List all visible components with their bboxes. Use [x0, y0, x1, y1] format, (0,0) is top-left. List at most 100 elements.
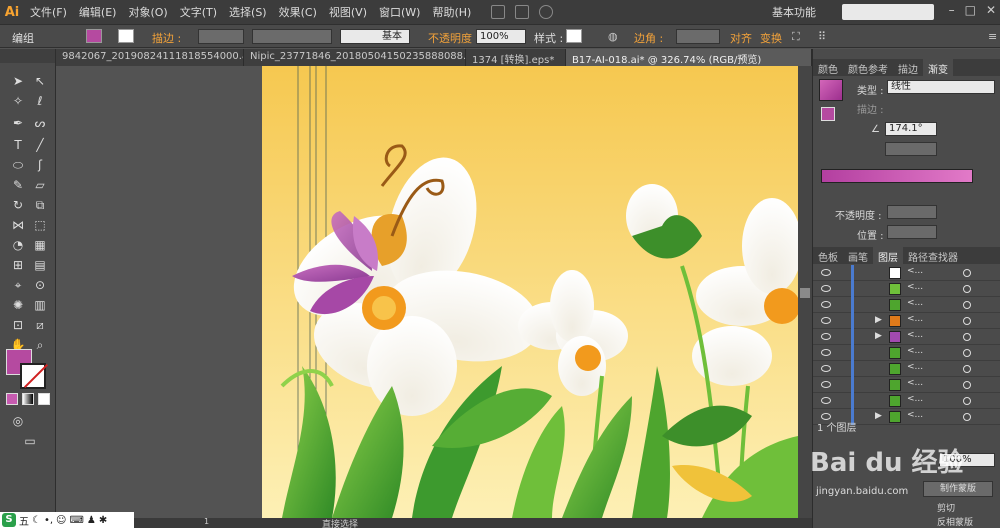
layer-row[interactable]: ▶ <...	[813, 313, 1000, 329]
tab-gradient[interactable]: 渐变	[923, 59, 953, 76]
emoji-icon[interactable]: ☺	[56, 515, 66, 526]
layer-name[interactable]: <...	[907, 410, 923, 420]
target-circle-icon[interactable]	[963, 397, 971, 405]
gradient-opacity-field[interactable]	[887, 205, 937, 219]
zoom-tool-icon[interactable]: ⌕	[32, 337, 48, 353]
pencil-icon[interactable]: ✎	[10, 177, 26, 193]
menu-effect[interactable]: 效果(C)	[273, 4, 323, 20]
free-transform-icon[interactable]: ⬚	[32, 217, 48, 233]
visibility-eye-icon[interactable]	[821, 269, 831, 276]
tab-color-guide[interactable]: 颜色参考	[843, 59, 893, 76]
skin-icon[interactable]: ♟	[87, 515, 96, 526]
fill-swatch[interactable]	[86, 29, 102, 43]
lasso-icon[interactable]: ℓ	[32, 93, 48, 109]
ellipse-tool-icon[interactable]: ⬭	[10, 157, 26, 173]
perspective-grid-icon[interactable]: ▦	[32, 237, 48, 253]
transform-link[interactable]: 变换	[760, 30, 782, 46]
target-circle-icon[interactable]	[963, 333, 971, 341]
artboard[interactable]	[262, 66, 798, 518]
brush-stroke-field[interactable]: 基本	[340, 29, 410, 44]
gradient-tool-icon[interactable]: ▤	[32, 257, 48, 273]
opacity-label[interactable]: 不透明度 :	[428, 30, 479, 46]
draw-mode-icon[interactable]: ◎	[10, 413, 26, 429]
artboard-tool-icon[interactable]: ⊡	[10, 317, 26, 333]
search-input[interactable]	[842, 4, 934, 20]
eyedropper-icon[interactable]: ⌖	[10, 277, 26, 293]
target-circle-icon[interactable]	[963, 285, 971, 293]
layer-name[interactable]: <...	[907, 330, 923, 340]
magic-wand-icon[interactable]: ✧	[10, 93, 26, 109]
shape-builder-icon[interactable]: ◔	[10, 237, 26, 253]
stroke-label[interactable]: 描边 :	[152, 30, 181, 46]
visibility-eye-icon[interactable]	[821, 333, 831, 340]
recolor-icon[interactable]: ◍	[608, 30, 618, 43]
panel-menu-icon[interactable]: ≡	[988, 30, 997, 43]
visibility-eye-icon[interactable]	[821, 365, 831, 372]
layer-row[interactable]: <...	[813, 393, 1000, 409]
target-circle-icon[interactable]	[963, 349, 971, 357]
screen-mode-icon[interactable]: ▭	[22, 433, 38, 449]
width-tool-icon[interactable]: ⋈	[10, 217, 26, 233]
layer-row[interactable]: ▶ <...	[813, 329, 1000, 345]
tab-pathfinder[interactable]: 路径查找器	[903, 247, 963, 264]
gradient-slider[interactable]	[821, 169, 973, 183]
menu-help[interactable]: 帮助(H)	[426, 4, 477, 20]
minimize-icon[interactable]: –	[949, 3, 955, 17]
menu-object[interactable]: 对象(O)	[122, 4, 173, 20]
ime-mode-label[interactable]: 五	[19, 513, 29, 528]
align-link[interactable]: 对齐	[730, 30, 752, 46]
tab-layers[interactable]: 图层	[873, 247, 903, 264]
layer-row[interactable]: <...	[813, 377, 1000, 393]
variable-width-field[interactable]	[252, 29, 332, 44]
current-tool-status[interactable]: 直接选择	[322, 517, 358, 528]
scale-tool-icon[interactable]: ⧉	[32, 197, 48, 213]
pen-tool-icon[interactable]: ✒	[10, 115, 26, 131]
graph-tool-icon[interactable]: ▥	[32, 297, 48, 313]
tab-stroke[interactable]: 描边	[893, 59, 923, 76]
corner-radius-field[interactable]	[676, 29, 720, 44]
fill-stroke-mini[interactable]	[821, 107, 835, 121]
punctuation-icon[interactable]: •,	[44, 515, 53, 526]
gradient-preview-swatch[interactable]	[819, 79, 843, 101]
gradient-aspect-field[interactable]	[885, 142, 937, 156]
tab-color[interactable]: 颜色	[813, 59, 843, 76]
toolbar-grip[interactable]	[0, 49, 55, 63]
direct-selection-tool-icon[interactable]: ↖	[32, 73, 48, 89]
moon-icon[interactable]: ☾	[32, 515, 41, 526]
layer-name[interactable]: <...	[907, 282, 923, 292]
mesh-tool-icon[interactable]: ⊞	[10, 257, 26, 273]
isolate-icon[interactable]: ⛶	[792, 30, 800, 44]
layer-name[interactable]: <...	[907, 394, 923, 404]
target-circle-icon[interactable]	[963, 301, 971, 309]
bridge-icon[interactable]	[491, 5, 506, 19]
arrange-icon[interactable]: ⠿	[818, 30, 826, 43]
visibility-eye-icon[interactable]	[821, 381, 831, 388]
menu-select[interactable]: 选择(S)	[223, 4, 273, 20]
opacity-field[interactable]: 100%	[476, 29, 526, 44]
menu-file[interactable]: 文件(F)	[24, 4, 73, 20]
symbol-sprayer-icon[interactable]: ✺	[10, 297, 26, 313]
tab-doc-4[interactable]: B17-AI-018.ai* @ 326.74% (RGB/预览)	[566, 49, 812, 66]
rotate-tool-icon[interactable]: ↻	[10, 197, 26, 213]
none-mode-icon[interactable]	[38, 393, 50, 405]
line-tool-icon[interactable]: ╱	[32, 137, 48, 153]
tab-swatches[interactable]: 色板	[813, 247, 843, 264]
layer-name[interactable]: <...	[907, 362, 923, 372]
visibility-eye-icon[interactable]	[821, 397, 831, 404]
arrange-documents-icon[interactable]	[515, 5, 530, 19]
target-circle-icon[interactable]	[963, 381, 971, 389]
menu-type[interactable]: 文字(T)	[174, 4, 223, 20]
visibility-eye-icon[interactable]	[821, 301, 831, 308]
visibility-eye-icon[interactable]	[821, 285, 831, 292]
stroke-color-box[interactable]	[20, 363, 49, 389]
slice-tool-icon[interactable]: ⧄	[32, 317, 48, 333]
settings-icon[interactable]: ✱	[99, 515, 107, 526]
paintbrush-icon[interactable]: ʃ	[32, 157, 48, 173]
expand-arrow-icon[interactable]: ▶	[875, 315, 882, 325]
sogou-icon[interactable]: S	[2, 513, 16, 527]
visibility-eye-icon[interactable]	[821, 317, 831, 324]
keyboard-icon[interactable]: ⌨	[69, 515, 83, 526]
expand-arrow-icon[interactable]: ▶	[875, 331, 882, 341]
corner-label[interactable]: 边角 :	[634, 30, 663, 46]
workspace-switcher[interactable]: 基本功能	[772, 4, 816, 20]
